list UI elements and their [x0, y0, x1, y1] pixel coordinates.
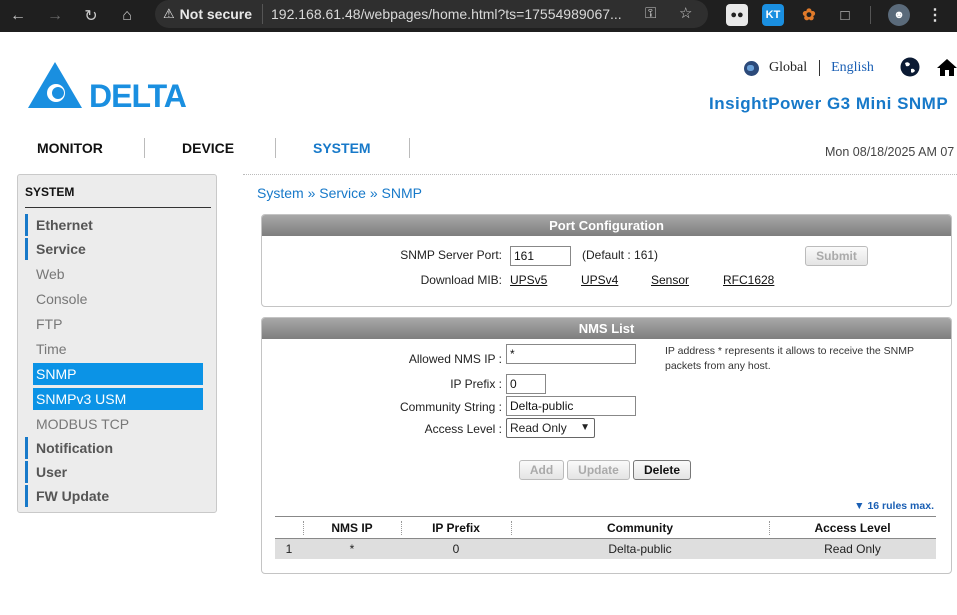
profile-avatar-icon[interactable]: ☻: [888, 4, 910, 26]
current-datetime: Mon 08/18/2025 AM 07: [825, 145, 955, 159]
column-header-ip-prefix: IP Prefix: [401, 516, 511, 539]
sidebar-item-time[interactable]: Time: [25, 338, 203, 360]
tab-divider: [275, 138, 276, 158]
address-bar[interactable]: ⚠ Not secure 192.168.61.48/webpages/home…: [155, 0, 708, 28]
download-mib-label: Download MIB:: [420, 273, 502, 287]
sidebar-item-snmpv3-usm[interactable]: SNMPv3 USM: [33, 388, 203, 410]
breadcrumb: System » Service » SNMP: [257, 185, 422, 201]
column-header-community: Community: [511, 516, 769, 539]
warning-icon: ⚠: [163, 6, 175, 21]
security-indicator[interactable]: ⚠ Not secure: [163, 4, 264, 24]
url-text[interactable]: 192.168.61.48/webpages/home.html?ts=1755…: [271, 6, 633, 22]
back-icon[interactable]: ←: [3, 1, 33, 31]
sidebar: SYSTEM Ethernet Service Web Console FTP …: [17, 174, 217, 513]
sidebar-item-service[interactable]: Service: [25, 238, 203, 260]
sidebar-item-console[interactable]: Console: [25, 288, 203, 310]
table-header-row: NMS IP IP Prefix Community Access Level: [275, 516, 936, 539]
tab-system[interactable]: SYSTEM: [313, 136, 371, 160]
cookie-extension-icon[interactable]: ✿: [798, 4, 820, 26]
community-string-input[interactable]: [506, 396, 636, 416]
tab-device[interactable]: DEVICE: [182, 136, 234, 160]
add-button[interactable]: Add: [519, 460, 564, 480]
access-level-select[interactable]: Read Only ▼: [506, 418, 595, 438]
ip-address-note: IP address * represents it allows to rec…: [665, 345, 914, 372]
port-configuration-title: Port Configuration: [262, 215, 951, 236]
sidebar-item-user[interactable]: User: [25, 461, 203, 483]
reload-icon[interactable]: ↻: [76, 1, 106, 31]
cell-ip-prefix: 0: [401, 538, 511, 559]
port-configuration-panel: Port Configuration SNMP Server Port: (De…: [261, 214, 952, 307]
globe-icon: [744, 60, 759, 76]
top-navigation: MONITOR DEVICE SYSTEM: [0, 136, 957, 160]
tab-monitor[interactable]: MONITOR: [37, 136, 103, 160]
sidebar-heading: SYSTEM: [25, 185, 75, 199]
sidebar-item-ethernet[interactable]: Ethernet: [25, 214, 203, 236]
home-icon[interactable]: ⌂: [112, 1, 142, 31]
extensions-puzzle-icon[interactable]: □: [834, 4, 856, 26]
cell-nms-ip: *: [303, 538, 401, 559]
submit-button[interactable]: Submit: [805, 246, 868, 266]
lang-divider: [819, 60, 821, 76]
sidebar-heading-rule: [25, 207, 211, 208]
sidebar-item-snmp[interactable]: SNMP: [33, 363, 203, 385]
port-default-text: (Default : 161): [582, 248, 659, 262]
menu-kebab-icon[interactable]: ⋮: [924, 4, 946, 26]
key-icon[interactable]: ⚿: [645, 5, 656, 22]
max-rules-note: ▼ 16 rules max.: [854, 500, 934, 512]
mib-link-sensor[interactable]: Sensor: [651, 273, 689, 287]
home-page-icon[interactable]: [937, 58, 957, 76]
update-button[interactable]: Update: [567, 460, 630, 480]
column-header-nms-ip: NMS IP: [303, 516, 401, 539]
table-row[interactable]: 1 * 0 Delta-public Read Only: [275, 538, 936, 559]
access-level-label: Access Level :: [424, 422, 502, 436]
cell-index: 1: [275, 538, 303, 559]
mib-link-rfc1628[interactable]: RFC1628: [723, 273, 774, 287]
nms-table: NMS IP IP Prefix Community Access Level …: [275, 516, 936, 559]
tab-divider: [409, 138, 410, 158]
access-level-value: Read Only: [510, 421, 567, 435]
extension-icon[interactable]: ●●: [726, 4, 748, 26]
column-header-index: [275, 516, 304, 539]
sidebar-item-modbus-tcp[interactable]: MODBUS TCP: [25, 413, 203, 435]
nms-list-title: NMS List: [262, 318, 951, 339]
content-top-divider: [243, 174, 957, 175]
delete-button[interactable]: Delete: [633, 460, 691, 480]
logo-text: DELTA: [89, 78, 187, 110]
lang-english[interactable]: English: [831, 60, 874, 76]
column-header-access-level: Access Level: [769, 516, 936, 539]
language-selector: Global English: [744, 60, 874, 76]
delta-logo: DELTA: [28, 62, 187, 110]
product-title: InsightPower G3 Mini SNMP: [709, 94, 949, 113]
sidebar-item-web[interactable]: Web: [25, 263, 203, 285]
tab-divider: [144, 138, 145, 158]
cell-community: Delta-public: [511, 538, 769, 559]
allowed-nms-ip-label: Allowed NMS IP :: [408, 352, 502, 366]
security-label: Not secure: [179, 6, 253, 22]
mib-link-upsv4[interactable]: UPSv4: [581, 273, 618, 287]
kt-extension-icon[interactable]: KT: [762, 4, 784, 26]
allowed-nms-ip-input[interactable]: [506, 344, 636, 364]
sidebar-item-notification[interactable]: Notification: [25, 437, 203, 459]
ip-prefix-input[interactable]: [506, 374, 546, 394]
chevron-down-icon: ▼: [580, 422, 590, 433]
ip-prefix-label: IP Prefix :: [450, 377, 502, 391]
toolbar-divider: [870, 6, 871, 24]
snmp-port-input[interactable]: [510, 246, 571, 266]
sidebar-item-fw-update[interactable]: FW Update: [25, 485, 203, 507]
mib-link-upsv5[interactable]: UPSv5: [510, 273, 547, 287]
cell-access-level: Read Only: [769, 538, 936, 559]
bookmark-star-icon[interactable]: ☆: [679, 4, 692, 22]
community-string-label: Community String :: [399, 400, 502, 414]
sidebar-item-ftp[interactable]: FTP: [25, 313, 203, 335]
forward-icon[interactable]: →: [40, 1, 70, 31]
world-icon[interactable]: [900, 57, 920, 77]
nms-list-panel: NMS List Allowed NMS IP : IP address * r…: [261, 317, 952, 574]
lang-global[interactable]: Global: [769, 60, 807, 76]
browser-toolbar: ← → ↻ ⌂ ⚠ Not secure 192.168.61.48/webpa…: [0, 0, 957, 32]
snmp-port-label: SNMP Server Port:: [400, 248, 502, 262]
